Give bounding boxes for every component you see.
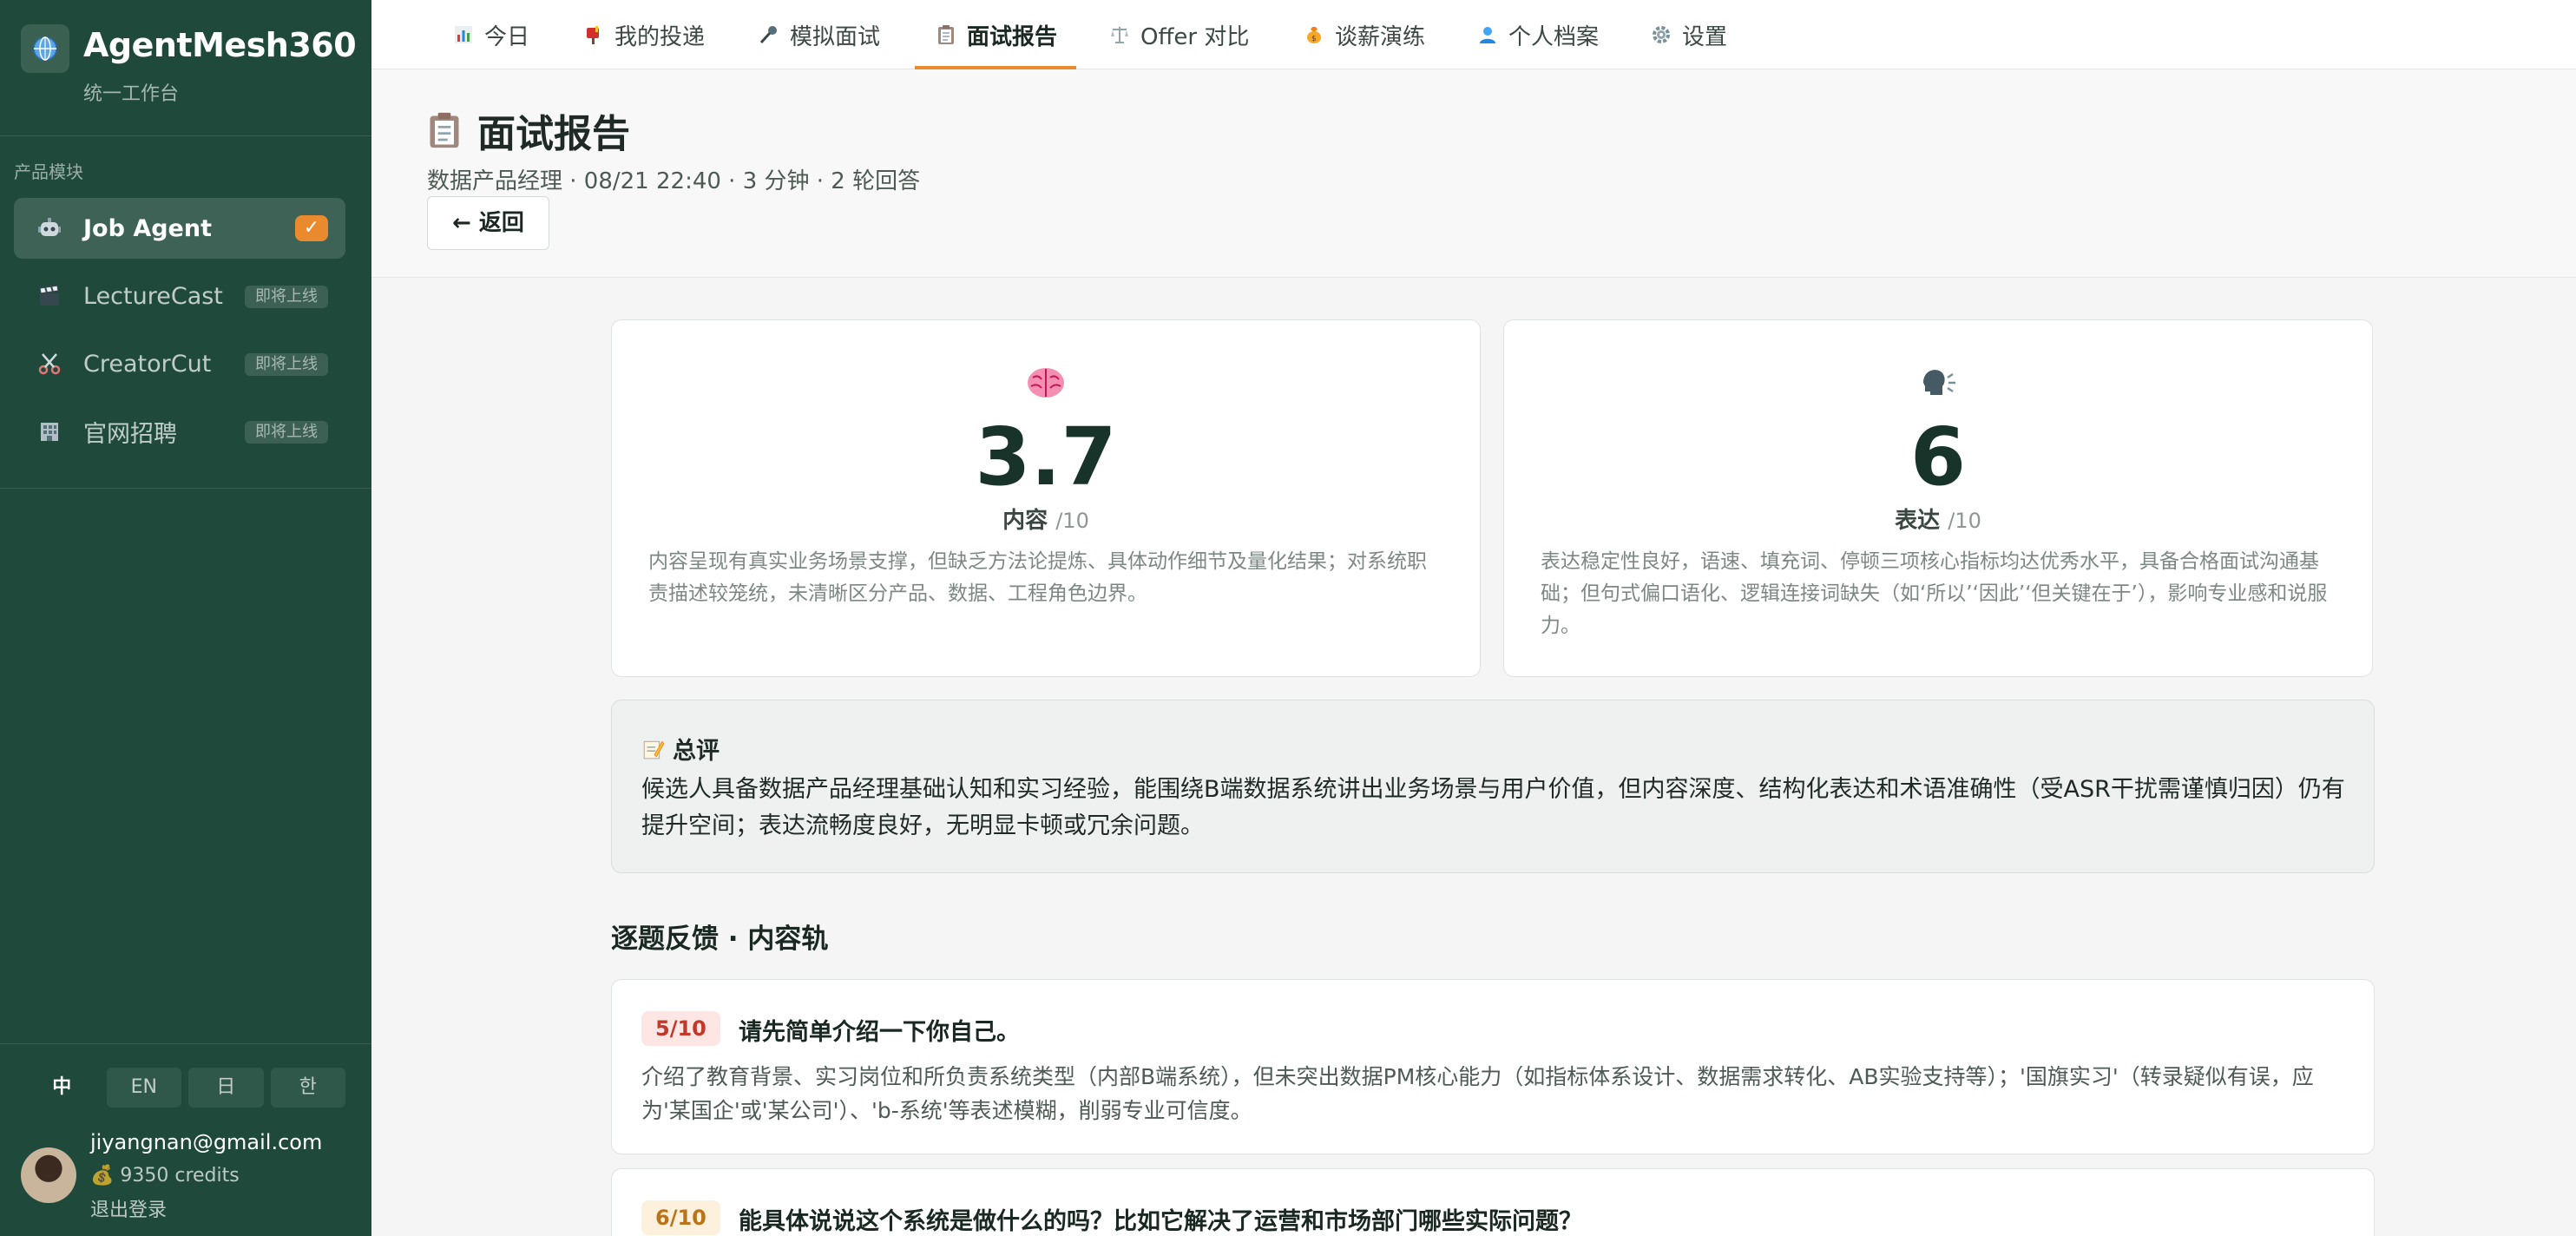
tab-settings[interactable]: 设置: [1647, 0, 1729, 69]
mailbox-icon: [582, 23, 606, 47]
sidebar-item-label: LectureCast: [83, 282, 223, 310]
user-email: jiyangnan@gmail.com: [90, 1130, 323, 1154]
score-label-text: 表达: [1895, 508, 1941, 534]
tab-label: 我的投递: [614, 23, 706, 50]
brand-subtitle: 统一工作台: [83, 83, 180, 105]
sidebar-item-label: Job Agent: [83, 214, 212, 242]
sidebar: AgentMesh360 统一工作台 产品模块 Job Agent ✓ Lect…: [0, 0, 371, 1236]
globe-icon: [21, 24, 69, 73]
expression-score-value: 6: [1909, 411, 1966, 503]
svg-text:$: $: [1311, 35, 1317, 43]
tab-profile[interactable]: 个人档案: [1474, 0, 1600, 69]
sidebar-divider: [0, 135, 371, 136]
sidebar-item-job-agent[interactable]: Job Agent ✓: [14, 198, 345, 259]
language-switcher: 中 EN 日 한: [24, 1068, 345, 1108]
question-score-badge: 5/10: [641, 1011, 720, 1046]
robot-icon: [35, 214, 64, 243]
score-max: /10: [1948, 509, 1981, 533]
lang-en-button[interactable]: EN: [106, 1068, 181, 1108]
clipboard-icon: [934, 23, 958, 47]
sidebar-item-lecturecast[interactable]: LectureCast 即将上线: [14, 266, 345, 326]
scales-icon: [1107, 23, 1132, 47]
content-score-label: 内容 /10: [612, 503, 1480, 535]
tab-interview-report[interactable]: 面试报告: [914, 0, 1077, 69]
user-credits: 💰 9350 credits: [90, 1165, 240, 1187]
tab-label: 面试报告: [967, 23, 1058, 50]
brand-title: AgentMesh360: [83, 26, 357, 64]
lang-ja-button[interactable]: 日: [188, 1068, 264, 1108]
score-max: /10: [1055, 509, 1089, 533]
question-feedback-card: 6/10 能具体说说这个系统是做什么的吗？比如它解决了运营和市场部门哪些实际问题…: [611, 1168, 2375, 1236]
user-panel: jiyangnan@gmail.com 💰 9350 credits 退出登录: [21, 1128, 351, 1224]
tab-mock-interview[interactable]: 模拟面试: [755, 0, 882, 69]
avatar[interactable]: [21, 1147, 76, 1203]
tab-label: Offer 对比: [1140, 23, 1250, 50]
page-header: 面试报告 数据产品经理 · 08/21 22:40 · 3 分钟 · 2 轮回答…: [371, 69, 2576, 278]
coming-soon-badge: 即将上线: [245, 286, 328, 308]
sidebar-item-careers[interactable]: 官网招聘 即将上线: [14, 401, 345, 462]
question-feedback-text: 介绍了教育背景、实习岗位和所负责系统类型（内部B端系统），但未突出数据PM核心能…: [641, 1064, 2314, 1123]
tab-label: 个人档案: [1508, 23, 1600, 50]
overall-summary: 总评 候选人具备数据产品经理基础认知和实习经验，能围绕B端数据系统讲出业务场景与…: [611, 700, 2375, 873]
sidebar-section-label: 产品模块: [14, 161, 83, 182]
expression-score-card: 6 表达 /10 表达稳定性良好，语速、填充词、停顿三项核心指标均达优秀水平，具…: [1503, 319, 2373, 677]
tab-offer-compare[interactable]: Offer 对比: [1106, 0, 1251, 69]
tab-my-applications[interactable]: 我的投递: [580, 0, 706, 69]
question-score-badge: 6/10: [641, 1200, 720, 1235]
lang-ko-button[interactable]: 한: [270, 1068, 345, 1108]
clapper-icon: [35, 281, 64, 311]
top-tab-bar: 今日 我的投递 模拟面试 面试报告 Offer 对比 $ 谈薪演练 个人档案 设…: [371, 0, 2576, 69]
person-icon: [1475, 23, 1500, 47]
tab-label: 设置: [1682, 23, 1728, 50]
scissors-icon: [35, 349, 64, 378]
tab-today[interactable]: 今日: [450, 0, 531, 69]
content-score-description: 内容呈现有真实业务场景支撑，但缺乏方法论提炼、具体动作细节及量化结果；对系统职责…: [648, 550, 1427, 605]
tab-label: 今日: [484, 23, 530, 50]
bar-chart-icon: [451, 23, 476, 47]
score-label-text: 内容: [1002, 508, 1048, 534]
gear-icon: [1649, 23, 1673, 47]
sidebar-item-label: 官网招聘: [83, 420, 177, 448]
coming-soon-badge: 即将上线: [245, 353, 328, 376]
clipboard-icon: [425, 111, 463, 149]
memo-icon: [641, 738, 664, 760]
sidebar-divider: [0, 1043, 371, 1044]
question-text: 请先简单介绍一下你自己。: [739, 1019, 1020, 1046]
back-button[interactable]: ← 返回: [427, 196, 549, 250]
brand[interactable]: AgentMesh360 统一工作台: [21, 24, 357, 111]
expression-score-label: 表达 /10: [1504, 503, 2372, 535]
tab-salary-negotiation[interactable]: $ 谈薪演练: [1300, 0, 1427, 69]
summary-title: 总评: [673, 738, 720, 765]
check-icon: ✓: [295, 215, 328, 241]
logout-link[interactable]: 退出登录: [90, 1194, 167, 1222]
summary-heading: 总评: [641, 732, 720, 766]
brain-icon: [612, 365, 1480, 404]
question-feedback-card: 5/10 请先简单介绍一下你自己。 介绍了教育背景、实习岗位和所负责系统类型（内…: [611, 979, 2375, 1154]
building-icon: [35, 417, 64, 446]
report-meta: 数据产品经理 · 08/21 22:40 · 3 分钟 · 2 轮回答: [427, 168, 921, 194]
sidebar-item-label: CreatorCut: [83, 350, 212, 378]
microphone-icon: [757, 23, 781, 47]
page-title: 面试报告: [425, 102, 630, 158]
lang-zh-button[interactable]: 中: [24, 1068, 100, 1108]
sidebar-item-creatorcut[interactable]: CreatorCut 即将上线: [14, 333, 345, 394]
coming-soon-badge: 即将上线: [245, 421, 328, 444]
tab-label: 谈薪演练: [1335, 23, 1426, 50]
money-bag-icon: $: [1302, 23, 1326, 47]
question-text: 能具体说说这个系统是做什么的吗？比如它解决了运营和市场部门哪些实际问题？: [739, 1208, 1582, 1235]
content-score-value: 3.7: [975, 411, 1117, 503]
tab-label: 模拟面试: [790, 23, 881, 50]
sidebar-divider: [0, 488, 371, 489]
speaking-head-icon: [1504, 365, 2372, 404]
feedback-section-title: 逐题反馈 · 内容轨: [611, 924, 829, 955]
page-title-text: 面试报告: [477, 112, 630, 156]
expression-score-description: 表达稳定性良好，语速、填充词、停顿三项核心指标均达优秀水平，具备合格面试沟通基础…: [1541, 550, 2328, 637]
content-score-card: 3.7 内容 /10 内容呈现有真实业务场景支撑，但缺乏方法论提炼、具体动作细节…: [611, 319, 1481, 677]
summary-text: 候选人具备数据产品经理基础认知和实习经验，能围绕B端数据系统讲出业务场景与用户价…: [641, 776, 2345, 839]
